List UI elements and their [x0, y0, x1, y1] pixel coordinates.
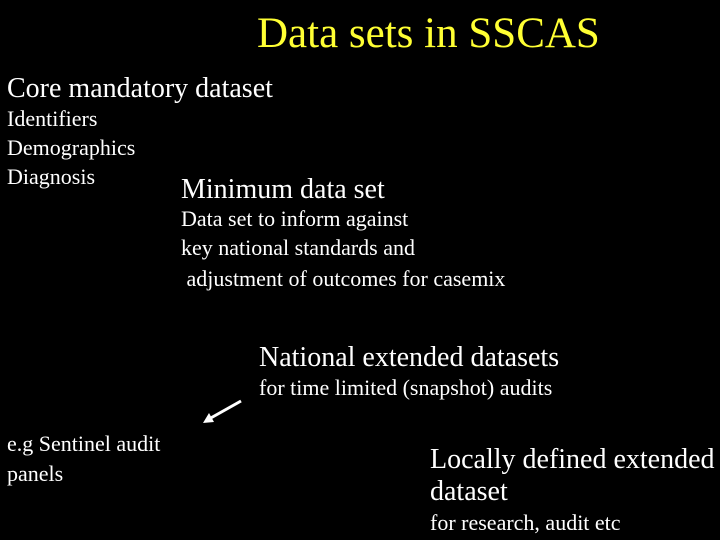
- example-text: e.g Sentinel audit: [7, 431, 161, 456]
- local-extended-heading: dataset: [430, 476, 508, 507]
- minimum-dataset-line: adjustment of outcomes for casemix: [181, 266, 506, 291]
- core-item-identifiers: Identifiers: [7, 106, 98, 131]
- minimum-dataset-heading: Minimum data set: [181, 174, 385, 205]
- local-extended-subtext: for research, audit etc: [430, 510, 621, 535]
- arrow-down-left-icon: [203, 399, 242, 423]
- national-extended-subtext: for time limited (snapshot) audits: [259, 375, 553, 400]
- core-dataset-heading: Core mandatory dataset: [7, 73, 273, 104]
- minimum-dataset-line: key national standards and: [181, 235, 415, 260]
- core-item-demographics: Demographics: [7, 135, 136, 160]
- core-item-diagnosis: Diagnosis: [7, 164, 95, 189]
- slide-title: Data sets in SSCAS: [257, 10, 600, 57]
- local-extended-heading: Locally defined extended: [430, 444, 715, 475]
- minimum-dataset-line: Data set to inform against: [181, 206, 409, 231]
- national-extended-heading: National extended datasets: [259, 342, 560, 373]
- example-text: panels: [7, 461, 64, 486]
